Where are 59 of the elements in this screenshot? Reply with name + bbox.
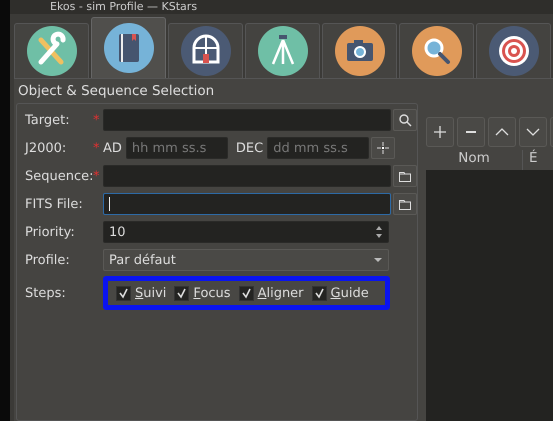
folder-icon [398,197,412,211]
text-field[interactable] [103,109,391,131]
step-checkbox[interactable]: Focus [174,286,231,300]
field-label: Target: [25,112,71,128]
field-label: Profile: [25,252,71,268]
ra-field[interactable]: hh mm ss.s [126,137,228,159]
module-tab[interactable] [476,23,551,78]
focus-icon [412,26,462,76]
column-header[interactable]: É [523,150,553,170]
dec-field[interactable]: dd mm ss.s [267,137,370,159]
priority-spinbox[interactable]: 10 [103,221,389,243]
align-icon [488,26,538,76]
dropdown-arrow-icon [373,257,383,263]
text-field[interactable] [103,193,391,215]
up-button[interactable] [488,117,516,147]
search-button[interactable] [393,109,417,131]
module-tab[interactable] [245,23,320,78]
add-button[interactable] [426,117,454,147]
checkmark-icon [176,288,188,298]
window-title: Ekos - sim Profile — KStars [50,1,198,13]
remove-button[interactable] [457,117,485,147]
search-icon [398,113,412,127]
folder-icon [398,169,412,183]
field-label: Steps: [25,286,67,300]
minus-icon [466,131,476,133]
crosshair-icon [376,141,390,155]
module-tab[interactable] [168,23,243,78]
spin-arrows-icon[interactable] [375,225,383,239]
text-field[interactable] [103,165,391,187]
checkmark-icon [314,288,325,298]
step-checkbox[interactable]: Aligner [238,286,304,300]
checkmark-icon [118,288,129,298]
field-label: J2000: [25,140,68,156]
group-title: Object & Sequence Selection [17,82,216,101]
folder-button[interactable] [393,165,417,187]
field-label: FITS File: [25,196,84,212]
module-tab[interactable] [322,23,397,78]
step-checkbox[interactable]: Guide [312,286,369,300]
module-tab[interactable] [14,23,89,78]
required-mark: * [93,140,100,156]
module-tab[interactable] [399,23,474,78]
crosshair-button[interactable] [371,137,396,159]
folder-button[interactable] [393,193,417,215]
checkmark-icon [240,288,252,298]
observatory-icon [180,26,230,76]
down-button[interactable] [519,117,547,147]
setup-icon [26,26,76,76]
field-label: Priority: [25,224,76,240]
required-mark: * [93,112,100,128]
step-checkbox[interactable]: Suivi [116,286,166,300]
field-label: Sequence: [25,168,93,184]
ra-label: AD [103,140,123,156]
dec-label: DEC [234,140,264,156]
capture-icon [334,26,384,76]
profile-dropdown[interactable]: Par défaut [103,249,389,271]
scheduler-icon [104,23,154,73]
plus-icon [432,124,448,140]
mount-icon [258,26,308,76]
required-mark: * [93,168,100,184]
